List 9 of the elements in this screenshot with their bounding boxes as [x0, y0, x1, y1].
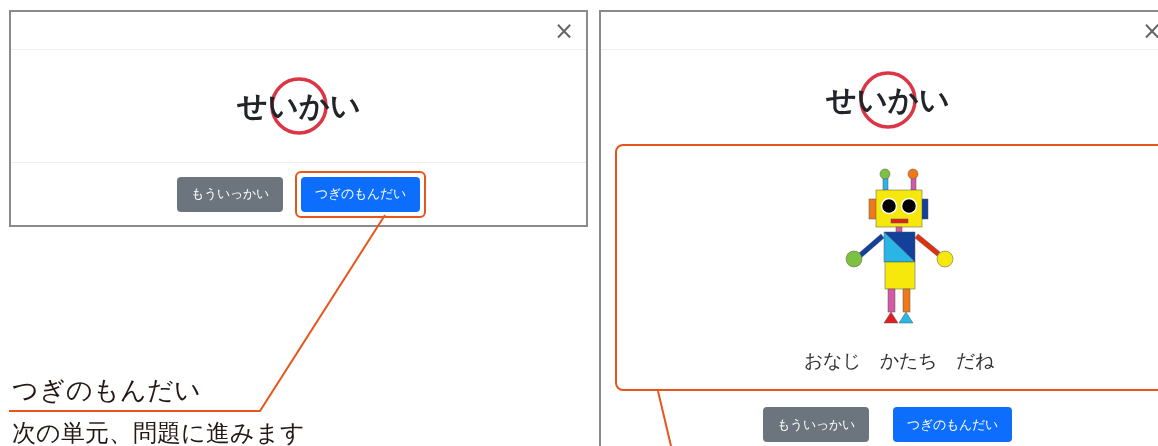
- feedback-message: おなじ かたち だね: [803, 348, 994, 373]
- next-question-button[interactable]: つぎのもんだい: [301, 176, 420, 212]
- close-button[interactable]: ×: [1137, 18, 1158, 43]
- close-button[interactable]: ×: [549, 18, 578, 43]
- next-question-button[interactable]: つぎのもんだい: [893, 407, 1012, 442]
- callout-label: つぎのもんだい: [12, 374, 201, 407]
- retry-button[interactable]: もういっかい: [177, 176, 283, 212]
- retry-button[interactable]: もういっかい: [763, 407, 869, 442]
- callout-description: 次の単元、問題に進みます: [12, 418, 305, 446]
